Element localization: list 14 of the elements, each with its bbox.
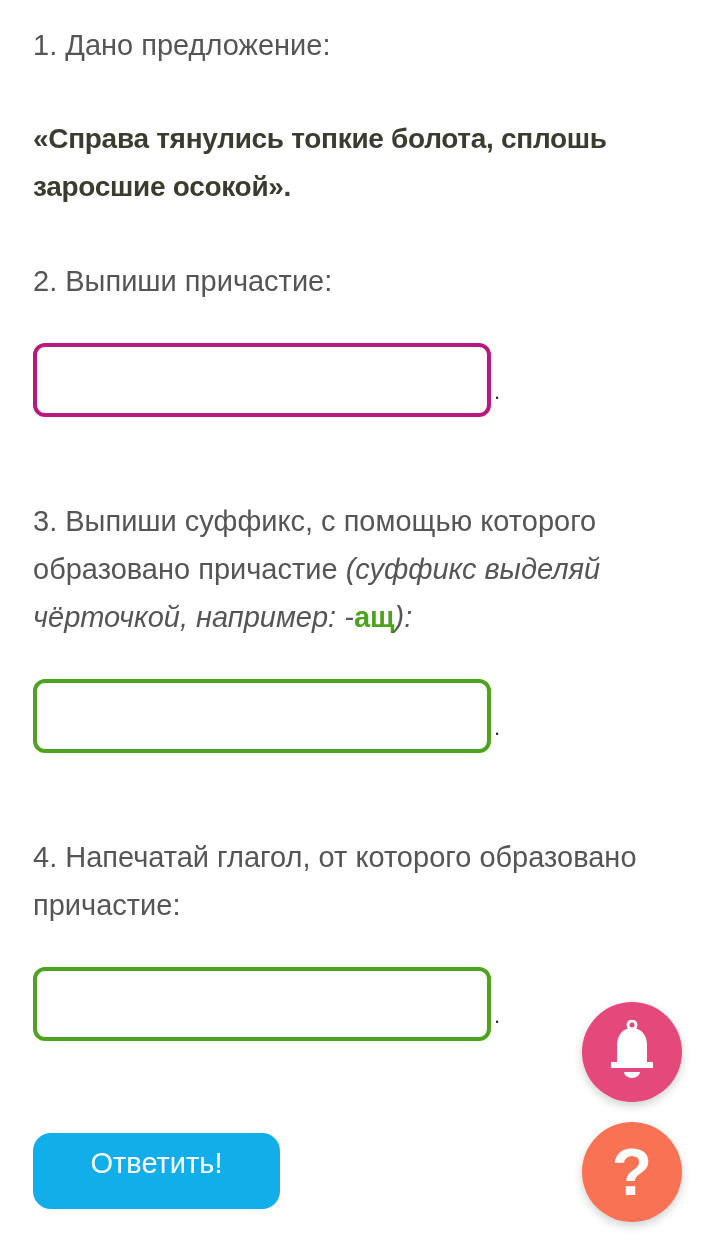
question-text: 1. Дано предложение:: [33, 28, 332, 63]
answer-field[interactable]: [33, 679, 491, 753]
period-text: .: [494, 717, 501, 739]
help-button[interactable]: ?: [582, 1122, 682, 1222]
question-text: 3. Выпиши суффикс, с помощью которого образовано причастие (суффикс выделяй чёрточкой, например: -ащ):: [33, 504, 602, 635]
notifications-button[interactable]: [582, 1002, 682, 1102]
period-text: .: [494, 1005, 501, 1027]
period-text: .: [494, 381, 501, 403]
quoted-sentence: «Справа тянулись топкие болота, сплошь заросшие осокой».: [33, 122, 608, 204]
answer-field[interactable]: [33, 343, 491, 417]
submit-button[interactable]: Ответить!: [33, 1133, 280, 1209]
question-text: 2. Выпиши причастие:: [33, 264, 334, 299]
question-text: 4. Напечатай глагол, от которого образовано причастие:: [33, 840, 638, 923]
answer-field[interactable]: [33, 967, 491, 1041]
